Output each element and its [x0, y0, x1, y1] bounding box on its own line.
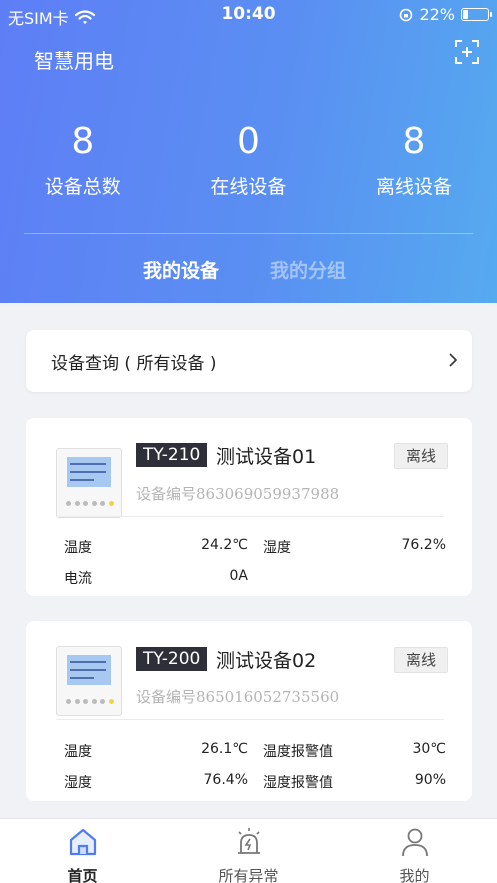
metric-value: 0A [229, 568, 248, 584]
device-stats: 8 设备总数 0 在线设备 8 离线设备 [0, 120, 497, 199]
stat-online-label: 在线设备 [210, 176, 287, 198]
header: 无SIM卡 10:40 22% 智慧用电 8 设备总数 0 在线设备 8 离线设… [0, 0, 497, 303]
metric-label: 温度 [64, 540, 92, 556]
stat-total[interactable]: 8 设备总数 [0, 120, 166, 199]
scan-icon[interactable] [454, 39, 480, 65]
device-card[interactable]: TY-210 测试设备01 离线 设备编号863069059937988 温度 … [26, 418, 472, 596]
device-status-badge: 离线 [394, 443, 448, 469]
device-model-tag: TY-200 [136, 647, 208, 671]
stat-online-value: 0 [236, 121, 260, 162]
metric-value: 26.1℃ [201, 741, 248, 757]
stat-offline-value: 8 [402, 121, 426, 162]
device-image [56, 646, 122, 716]
tab-my-devices[interactable]: 我的设备 [143, 256, 219, 283]
tab-my-groups[interactable]: 我的分组 [270, 256, 346, 283]
metric-label: 电流 [64, 571, 92, 587]
nav-label-profile: 我的 [399, 867, 430, 883]
stat-total-value: 8 [71, 121, 95, 162]
metric-label: 温度报警值 [263, 744, 333, 760]
device-query-label: 设备查询 ( 所有设备 ) [51, 354, 217, 374]
nav-label-alarms: 所有异常 [218, 867, 279, 883]
chevron-right-icon [449, 353, 458, 367]
metric-value: 30℃ [412, 741, 446, 757]
metric-value: 90% [414, 772, 446, 788]
metric-value: 24.2℃ [201, 537, 248, 553]
device-code: 设备编号865016052735560 [136, 688, 340, 706]
metric-value: 76.2% [401, 537, 446, 553]
device-model-tag: TY-210 [136, 443, 208, 467]
app-title: 智慧用电 [34, 49, 114, 73]
nav-item-alarms[interactable]: 所有异常 [166, 819, 331, 883]
bottom-nav: 首页 所有异常 我的 [0, 818, 497, 883]
metric-label: 湿度 [263, 540, 291, 556]
device-name: 测试设备01 [216, 446, 317, 468]
status-bar: 无SIM卡 10:40 22% [0, 0, 497, 30]
user-icon [402, 828, 428, 857]
stat-total-label: 设备总数 [44, 176, 121, 198]
metric-label: 湿度报警值 [263, 775, 333, 791]
home-icon [69, 828, 97, 856]
battery-icon [461, 8, 492, 21]
nav-item-home[interactable]: 首页 [0, 819, 165, 883]
stat-offline[interactable]: 8 离线设备 [331, 120, 497, 199]
card-divider [56, 719, 444, 720]
nav-label-home: 首页 [67, 867, 98, 883]
metric-value: 76.4% [203, 772, 248, 788]
stat-online[interactable]: 0 在线设备 [166, 120, 332, 199]
device-image [56, 448, 122, 518]
device-status-badge: 离线 [394, 647, 448, 673]
device-card[interactable]: TY-200 测试设备02 离线 设备编号865016052735560 温度 … [26, 621, 472, 801]
battery-percent: 22% [419, 5, 455, 24]
header-divider [24, 233, 473, 234]
device-code: 设备编号863069059937988 [136, 485, 340, 503]
device-name: 测试设备02 [216, 650, 317, 672]
nav-item-profile[interactable]: 我的 [332, 819, 497, 883]
card-divider [56, 516, 444, 517]
metric-label: 温度 [64, 744, 92, 760]
alarm-icon [238, 828, 260, 854]
metric-label: 湿度 [64, 775, 92, 791]
stat-offline-label: 离线设备 [375, 176, 452, 198]
rotation-lock-icon [400, 8, 413, 21]
device-query-card[interactable]: 设备查询 ( 所有设备 ) [26, 330, 472, 392]
